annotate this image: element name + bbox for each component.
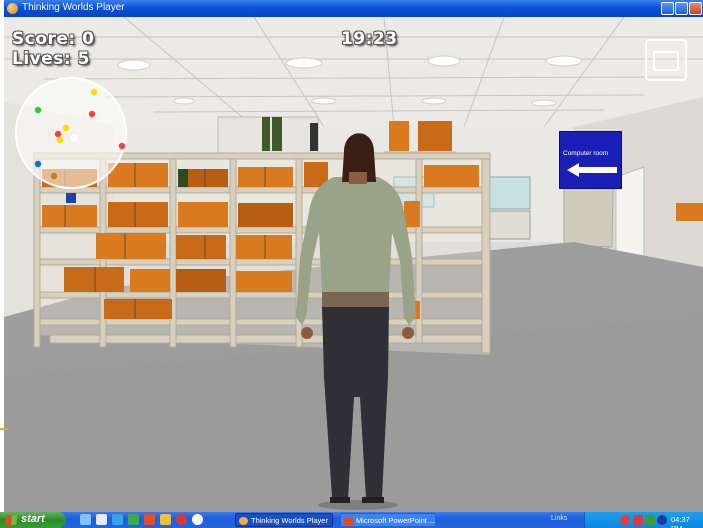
folder-icon[interactable]	[160, 514, 171, 525]
lives-label: Lives:	[12, 49, 72, 69]
back-window	[489, 176, 531, 210]
browser-icon[interactable]	[96, 514, 107, 525]
lives-value: 5	[77, 49, 90, 69]
task-label: Microsoft PowerPoint ...	[356, 516, 436, 525]
app-quick-icon[interactable]	[192, 514, 203, 525]
task-label: Thinking Worlds Player	[251, 516, 328, 525]
arrow-left-icon	[567, 163, 617, 177]
media-icon[interactable]	[176, 514, 187, 525]
tray-blue-icon[interactable]	[657, 515, 667, 525]
windows-logo-icon	[5, 515, 18, 525]
minimap-dot	[90, 88, 98, 96]
minimap	[15, 77, 127, 189]
sign-label: Computer room	[563, 150, 609, 157]
lives-display: Lives: 5	[12, 49, 90, 69]
minimap-dot	[34, 160, 42, 168]
close-button[interactable]	[689, 2, 702, 15]
inventory-icon[interactable]	[645, 39, 687, 81]
computer-room-sign: Computer room	[559, 131, 622, 189]
ie-icon[interactable]	[80, 514, 91, 525]
score-label: Score:	[12, 29, 76, 49]
minimap-dot	[54, 130, 62, 138]
tray-red-icon[interactable]	[620, 515, 630, 525]
blue-poster	[66, 193, 76, 203]
minimize-button[interactable]	[661, 2, 674, 15]
timer-display: 19:23	[341, 29, 398, 49]
maximize-button[interactable]	[675, 2, 688, 15]
back-panel	[489, 210, 531, 240]
minimap-dot	[50, 172, 58, 180]
title-bar[interactable]: Thinking Worlds Player	[4, 0, 703, 17]
score-display: Score: 0	[12, 29, 94, 49]
game-window: Thinking Worlds Player Score: 0 Lives: 5…	[4, 0, 703, 512]
green-book	[178, 169, 188, 187]
minimap-dot	[56, 136, 64, 144]
start-button[interactable]: start	[0, 512, 66, 528]
game-app-icon	[239, 517, 248, 525]
game-viewport[interactable]: Score: 0 Lives: 5 19:23 Computer room	[4, 17, 703, 512]
minimap-dot	[70, 134, 78, 142]
window-title: Thinking Worlds Player	[22, 2, 125, 13]
word-icon[interactable]	[112, 514, 123, 525]
links-toolbar[interactable]: Links	[551, 515, 567, 522]
minimap-dot	[118, 142, 126, 150]
far-bookshelf	[676, 203, 703, 221]
excel-icon[interactable]	[128, 514, 139, 525]
clock: 04:37 PM	[671, 515, 690, 528]
taskbar: start Thinking Worlds Player Microsoft P…	[0, 512, 703, 528]
powerpoint-icon	[344, 517, 353, 525]
start-label: start	[21, 513, 45, 525]
app-icon	[7, 3, 18, 14]
task-powerpoint[interactable]: Microsoft PowerPoint ...	[340, 513, 436, 527]
task-thinking-worlds[interactable]: Thinking Worlds Player	[235, 513, 333, 527]
score-value: 0	[82, 29, 95, 49]
minimap-dot	[88, 110, 96, 118]
slide-accent-line	[0, 428, 8, 430]
tray-m-icon[interactable]	[633, 515, 643, 525]
powerpoint-quick-icon[interactable]	[144, 514, 155, 525]
minimap-dot	[34, 106, 42, 114]
system-tray: Links 04:37 PM	[551, 512, 703, 528]
minimap-dot	[62, 124, 70, 132]
tray-v-icon[interactable]	[645, 515, 655, 525]
